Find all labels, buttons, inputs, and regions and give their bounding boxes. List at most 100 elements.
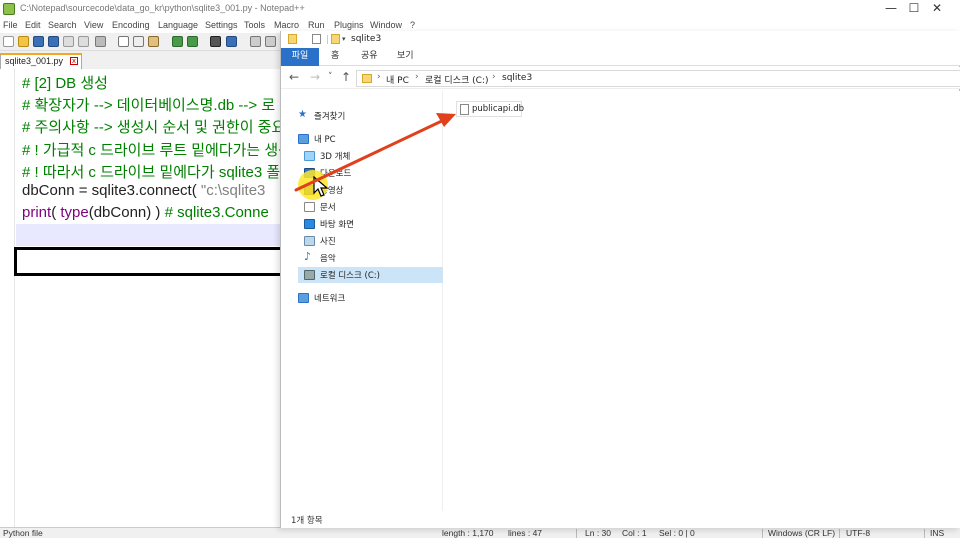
code-highlight-box (14, 247, 288, 276)
forward-arrow-icon[interactable]: → (310, 70, 320, 84)
explorer-title-bar: ▾ sqlite3 (281, 31, 960, 48)
menu-language[interactable]: Language (158, 20, 198, 30)
item-count: 1개 항목 (291, 516, 323, 526)
nav-3d-objects[interactable]: 3D 개체 (304, 148, 438, 164)
file-item-publicapi-db[interactable]: publicapi.db (456, 101, 525, 117)
address-folder-icon (362, 74, 372, 83)
document-icon (304, 202, 315, 212)
code-path-string: "c:\sqlite3 (200, 182, 266, 199)
new-file-icon[interactable] (3, 36, 14, 47)
nav-network[interactable]: 네트워크 (298, 290, 438, 306)
recent-locations-icon[interactable]: ˅ (328, 72, 333, 82)
close-button[interactable]: ✕ (914, 0, 960, 18)
redo-icon[interactable] (187, 36, 198, 47)
nav-music[interactable]: ♪ 음악 (304, 250, 438, 266)
status-sel: Sel : 0 | 0 (659, 528, 695, 538)
ribbon-tab-view[interactable]: 보기 (397, 48, 414, 66)
nav-pictures[interactable]: 사진 (304, 233, 438, 249)
chevron-down-icon[interactable]: ▾ (342, 36, 348, 43)
ribbon-tab-share[interactable]: 공유 (361, 48, 378, 66)
folder-icon (288, 34, 297, 44)
menu-window[interactable]: Window (370, 20, 402, 30)
navigation-pane: ★ 즐겨찾기 내 PC 3D 개체 다운로드 동영상 문서 바탕 화면 사진 ♪… (281, 91, 443, 511)
breadcrumb-local-disk[interactable]: 로컬 디스크 (C:) (425, 73, 488, 86)
menu-run[interactable]: Run (308, 20, 325, 30)
drive-icon (304, 270, 315, 280)
menu-edit[interactable]: Edit (25, 20, 41, 30)
code-line-7: print( type(dbConn) ) # sqlite3.Conne (22, 204, 269, 226)
status-lines: lines : 47 (508, 528, 543, 538)
code-type-args: (dbConn) ) (88, 204, 165, 221)
save-icon[interactable] (33, 36, 44, 47)
nav-quick-access[interactable]: ★ 즐겨찾기 (298, 108, 438, 124)
new-folder-icon[interactable] (331, 34, 340, 44)
paste-icon[interactable] (148, 36, 159, 47)
menu-macro[interactable]: Macro (274, 20, 299, 30)
ribbon-tab-home[interactable]: 홈 (331, 48, 339, 66)
code-line-2: # 확장자가 --> 데이터베이스명.db --> 로 (22, 97, 276, 114)
menu-view[interactable]: View (84, 20, 103, 30)
ribbon-tab-file[interactable]: 파일 (281, 48, 319, 66)
properties-icon[interactable] (312, 34, 321, 44)
address-bar[interactable]: › 내 PC › 로컬 디스크 (C:) › sqlite3 (356, 70, 960, 87)
save-all-icon[interactable] (48, 36, 59, 47)
nav-this-pc[interactable]: 내 PC (298, 131, 438, 147)
menu-search[interactable]: Search (48, 20, 77, 30)
nav-documents[interactable]: 문서 (304, 199, 438, 215)
menu-settings[interactable]: Settings (205, 20, 238, 30)
print-icon[interactable] (95, 36, 106, 47)
star-icon: ★ (298, 109, 307, 120)
npp-window-title: C:\Notepad\sourcecode\data_go_kr\python\… (20, 3, 305, 13)
status-ln: Ln : 30 (585, 528, 611, 538)
replace-icon[interactable] (226, 36, 237, 47)
breadcrumb-this-pc[interactable]: 내 PC (386, 73, 409, 86)
code-inline-comment: # sqlite3.Conne (164, 204, 269, 221)
nav-desktop[interactable]: 바탕 화면 (304, 216, 438, 232)
file-list-pane[interactable]: publicapi.db (444, 91, 960, 511)
open-file-icon[interactable] (18, 36, 29, 47)
status-mode: INS (930, 528, 945, 538)
cut-icon[interactable] (118, 36, 129, 47)
menu-encoding[interactable]: Encoding (112, 20, 150, 30)
network-icon (298, 293, 309, 303)
code-line-1: # [2] DB 생성 (22, 75, 108, 92)
close-all-icon[interactable] (78, 36, 89, 47)
cube-icon (304, 151, 315, 161)
menu-file[interactable]: File (3, 20, 18, 30)
zoom-in-icon[interactable] (250, 36, 261, 47)
file-explorer-window: ▾ sqlite3 파일 홈 공유 보기 ← → ˅ ↑ › 내 PC › 로컬… (280, 31, 960, 528)
tab-close-icon[interactable]: x (70, 57, 78, 65)
code-line-5: # ! 따라서 c 드라이브 밑에다가 sqlite3 폴더 (22, 164, 294, 181)
status-encoding: UTF-8 (846, 528, 871, 538)
menu-tools[interactable]: Tools (244, 20, 265, 30)
breadcrumb-sqlite3[interactable]: sqlite3 (502, 73, 532, 83)
notepadpp-app-icon (3, 3, 15, 15)
npp-status-bar: Python file length : 1,170 lines : 47 Ln… (0, 527, 960, 538)
explorer-status-bar: 1개 항목 (281, 511, 960, 528)
file-name: publicapi.db (472, 104, 525, 114)
code-line-4: # ! 가급적 c 드라이브 루트 밑에다가는 생성 (22, 142, 292, 159)
undo-icon[interactable] (172, 36, 183, 47)
desktop-icon (304, 219, 315, 229)
find-icon[interactable] (210, 36, 221, 47)
code-print-keyword: print (22, 204, 52, 221)
npp-title-bar: C:\Notepad\sourcecode\data_go_kr\python\… (0, 0, 960, 18)
tab-label: sqlite3_001.py (5, 56, 64, 66)
menu-help[interactable]: ? (410, 20, 415, 30)
back-arrow-icon[interactable]: ← (289, 70, 299, 84)
code-type-keyword: type (60, 204, 89, 221)
up-arrow-icon[interactable]: ↑ (341, 70, 351, 84)
menu-plugins[interactable]: Plugins (334, 20, 364, 30)
chevron-right-icon: › (415, 72, 419, 82)
picture-icon (304, 236, 315, 246)
status-length: length : 1,170 (442, 528, 494, 538)
copy-icon[interactable] (133, 36, 144, 47)
zoom-out-icon[interactable] (265, 36, 276, 47)
status-eol: Windows (CR LF) (768, 528, 836, 538)
close-file-icon[interactable] (63, 36, 74, 47)
explorer-nav-bar: ← → ˅ ↑ › 내 PC › 로컬 디스크 (C:) › sqlite3 (281, 67, 960, 89)
nav-local-disk[interactable]: 로컬 디스크 (C:) (298, 267, 443, 283)
tab-sqlite3-001[interactable]: sqlite3_001.py x (0, 53, 82, 69)
explorer-ribbon: 파일 홈 공유 보기 (281, 48, 960, 66)
mouse-pointer-icon (313, 176, 329, 197)
